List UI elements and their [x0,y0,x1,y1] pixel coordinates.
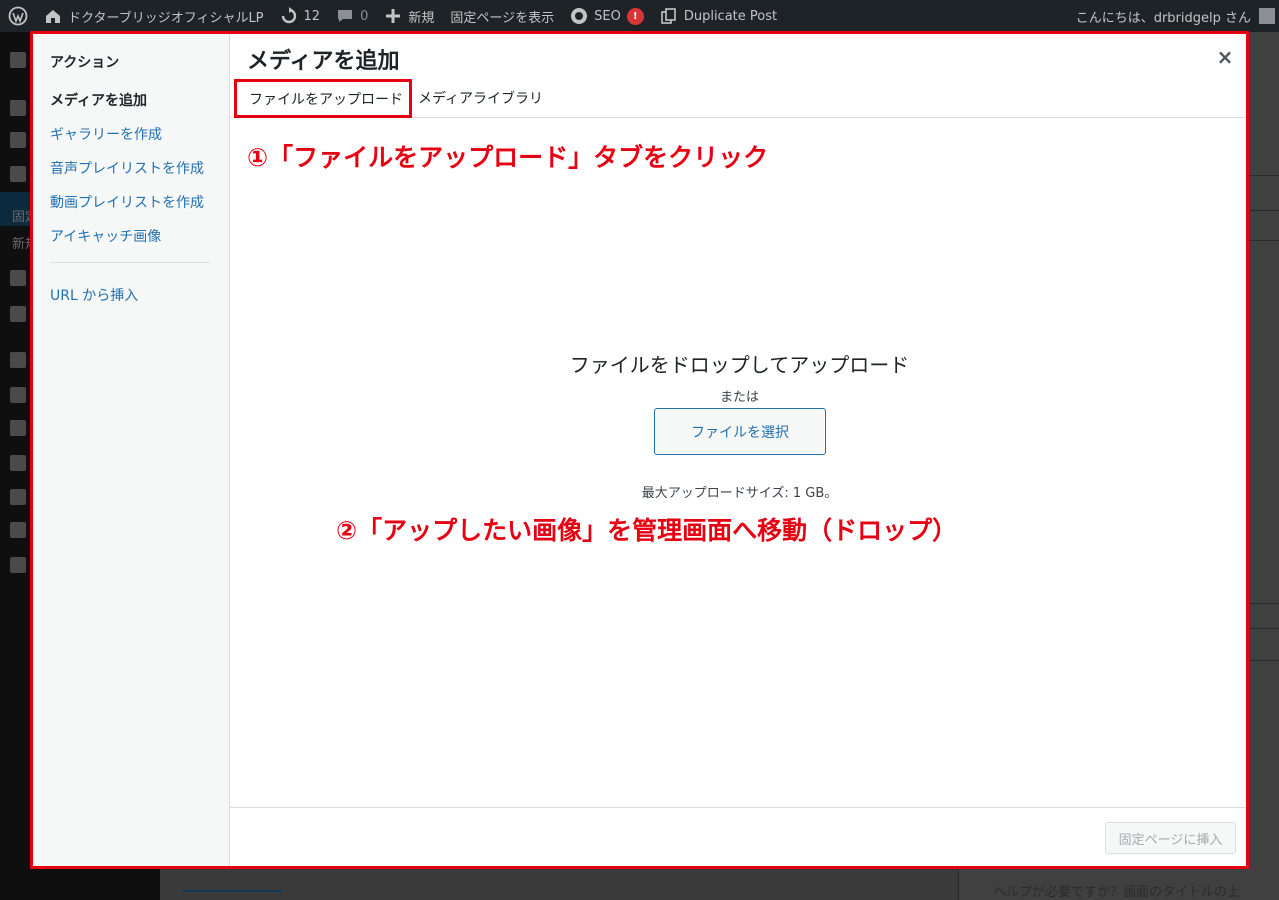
view-page-label: 固定ページを表示 [450,10,555,26]
updates-link[interactable]: 12 [272,0,329,32]
menu-separator [50,262,210,263]
new-content-link[interactable]: 新規 [376,0,442,32]
copy-icon [660,7,678,25]
duplicate-post-label: Duplicate Post [683,8,778,24]
menu-item-insert-from-url[interactable]: URL から挿入 [50,285,138,305]
my-account-link[interactable]: こんにちは、drbridgelp さん [1076,0,1275,32]
comments-link[interactable]: 0 [328,0,376,32]
updates-count: 12 [303,8,321,24]
seo-notice-badge: ! [626,7,644,25]
users-icon [10,420,26,436]
tools-icon [10,455,26,471]
menu-item-featured-image[interactable]: アイキャッチ画像 [50,226,161,246]
select-files-button[interactable]: ファイルを選択 [654,408,826,455]
media-icon [10,132,26,148]
seo-menu-icon [10,522,26,538]
close-icon[interactable]: × [1214,45,1236,69]
menu-item-add-media[interactable]: メディアを追加 [50,90,147,110]
modal-title: メディアを追加 [247,49,400,74]
upload-or-text: または [719,390,759,405]
admin-bar: ドクターブリッジオフィシャルLP 12 0 新規 固定ページを表示 SEO ! … [0,0,1279,32]
comments-count: 0 [360,8,369,24]
comments-menu-icon [10,270,26,286]
view-page-link[interactable]: 固定ページを表示 [442,0,562,32]
menu-title: アクション [50,55,120,71]
updates-icon [280,7,298,25]
duplicate-post-link[interactable]: Duplicate Post [652,0,785,32]
collapse-icon [10,557,26,573]
help-text: ヘルプが必要ですか？画面のタイトルの上 [993,885,1241,900]
background-tab-indicator [183,890,283,892]
comment-icon [336,7,354,25]
pages-icon [10,166,26,182]
annotation-step-1: ①「ファイルをアップロード」タブをクリック [247,143,769,172]
greeting: こんにちは、drbridgelp さん [1075,10,1251,26]
upload-drop-text: ファイルをドロップしてアップロード [569,353,910,377]
avatar [1259,8,1275,24]
new-label: 新規 [408,10,435,26]
menu-item-create-gallery[interactable]: ギャラリーを作成 [50,124,162,144]
seo-label: SEO [594,8,621,24]
media-router-tabs: ファイルをアップロード メディアライブラリ [230,78,1246,118]
dashboard-icon [10,52,26,68]
annotation-step-2: ②「アップしたい画像」を管理画面へ移動（ドロップ） [336,516,958,545]
media-toolbar: 固定ページに挿入 [230,807,1246,866]
media-menu: アクション メディアを追加 ギャラリーを作成 音声プレイリストを作成 動画プレイ… [33,34,230,866]
tab-media-library[interactable]: メディアライブラリ [418,78,543,118]
seo-logo-icon [570,7,588,25]
seo-menu[interactable]: SEO ! [562,0,652,32]
insert-into-page-button[interactable]: 固定ページに挿入 [1105,822,1236,854]
plus-icon [384,7,402,25]
media-modal: アクション メディアを追加 ギャラリーを作成 音声プレイリストを作成 動画プレイ… [30,31,1249,869]
tab-upload-files[interactable]: ファイルをアップロード [234,79,412,118]
menu-item-video-playlist[interactable]: 動画プレイリストを作成 [50,192,204,212]
home-icon [44,7,62,25]
appearance-icon [10,352,26,368]
max-upload-size: 最大アップロードサイズ: 1 GB。 [641,486,838,501]
settings-icon [10,489,26,505]
menu-item-audio-playlist[interactable]: 音声プレイリストを作成 [50,158,204,178]
pin-icon [10,306,26,322]
site-name: ドクターブリッジオフィシャルLP [68,10,264,26]
plugins-icon [10,387,26,403]
site-name-link[interactable]: ドクターブリッジオフィシャルLP [36,0,272,32]
wordpress-logo-icon[interactable] [0,0,36,32]
pin-icon [10,100,26,116]
